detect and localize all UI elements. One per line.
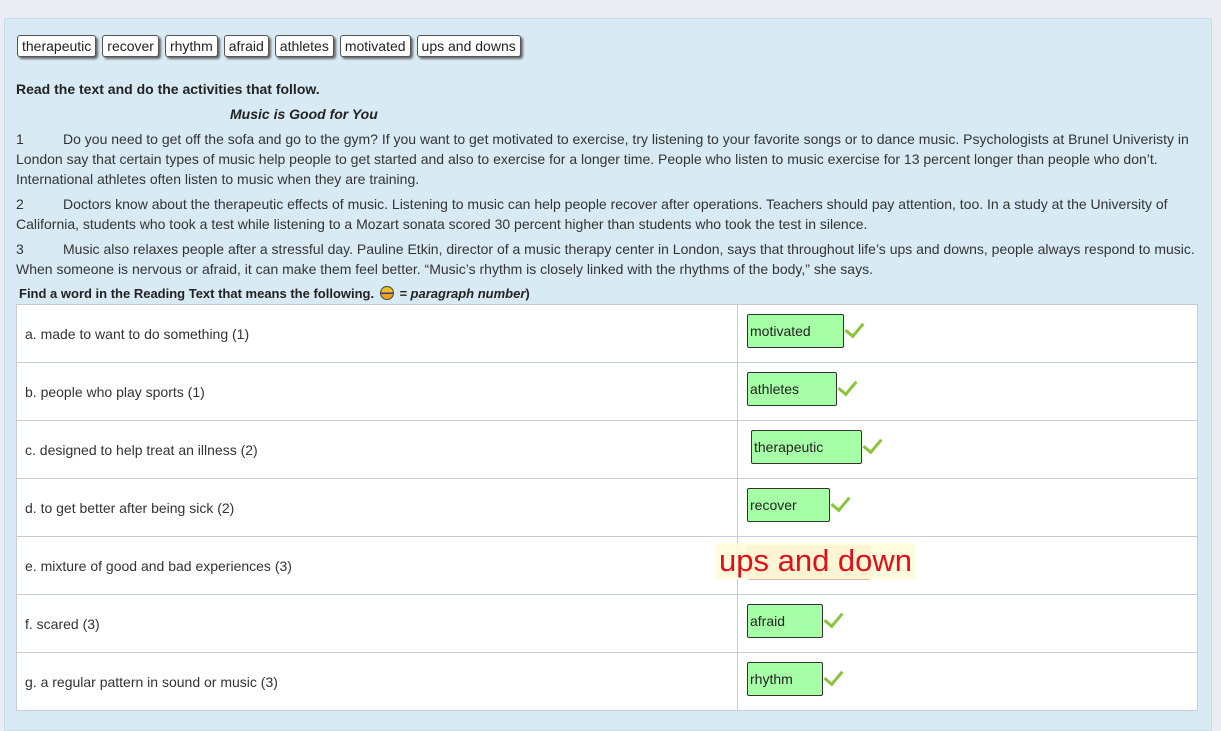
reading-title: Music is Good for You xyxy=(230,106,378,122)
answer-field[interactable]: therapeutic xyxy=(751,430,862,464)
question-prompt: e. mixture of good and bad experiences (… xyxy=(16,536,738,595)
word-chip-rhythm[interactable]: rhythm xyxy=(164,35,218,57)
paragraph-text: Do you need to get off the sofa and go t… xyxy=(16,131,1189,187)
answer-cell: therapeutic xyxy=(737,420,1198,479)
questions-table: a. made to want to do something (1) moti… xyxy=(16,304,1198,711)
paragraph-3: 3 Music also relaxes people after a stres… xyxy=(16,239,1201,279)
question-prompt: g. a regular pattern in sound or music (… xyxy=(16,652,738,711)
answer-field[interactable]: rhythm xyxy=(747,662,823,696)
table-row: f. scared (3) afraid xyxy=(16,594,1198,653)
check-icon xyxy=(823,607,844,629)
table-row: b. people who play sports (1) athletes xyxy=(16,362,1198,421)
table-row: g. a regular pattern in sound or music (… xyxy=(16,652,1198,711)
word-chip-athletes[interactable]: athletes xyxy=(274,35,334,57)
answer-field[interactable]: recover xyxy=(747,488,830,522)
smiley-icon xyxy=(379,286,394,300)
word-chip-recover[interactable]: recover xyxy=(102,35,159,57)
answer-field[interactable]: afraid xyxy=(747,604,823,638)
paragraph-text: Doctors know about the therapeutic effec… xyxy=(16,196,1168,232)
table-row: d. to get better after being sick (2) re… xyxy=(16,478,1198,537)
paragraph-2: 2 Doctors know about the therapeutic effe… xyxy=(16,194,1201,234)
instructions: Read the text and do the activities that… xyxy=(16,81,320,97)
find-instruction-lead: Find a word in the Reading Text that mea… xyxy=(19,286,375,301)
check-icon xyxy=(823,665,844,687)
table-row: a. made to want to do something (1) moti… xyxy=(16,304,1198,363)
check-icon xyxy=(844,317,865,339)
word-chip-afraid[interactable]: afraid xyxy=(223,35,269,57)
answer-cell: recover xyxy=(737,478,1198,537)
answer-cell: athletes xyxy=(737,362,1198,421)
worksheet-panel: therapeutic recover rhythm afraid athlet… xyxy=(4,18,1212,731)
question-prompt: a. made to want to do something (1) xyxy=(16,304,738,363)
table-row: c. designed to help treat an illness (2)… xyxy=(16,420,1198,479)
word-bank: therapeutic recover rhythm afraid athlet… xyxy=(17,35,521,57)
question-prompt: d. to get better after being sick (2) xyxy=(16,478,738,537)
check-icon xyxy=(862,433,883,455)
word-chip-therapeutic[interactable]: therapeutic xyxy=(17,35,97,57)
paragraph-text: Music also relaxes people after a stress… xyxy=(16,241,1195,277)
question-prompt: f. scared (3) xyxy=(16,594,738,653)
question-prompt: b. people who play sports (1) xyxy=(16,362,738,421)
check-icon xyxy=(830,491,851,513)
find-instruction-close: ) xyxy=(525,286,530,301)
answer-field[interactable]: athletes xyxy=(747,372,837,406)
paragraph-legend: = paragraph number xyxy=(395,286,526,301)
answer-cell: ups and down xyxy=(716,536,1198,595)
table-row: e. mixture of good and bad experiences (… xyxy=(16,536,1198,595)
paragraph-1: 1 Do you need to get off the sofa and go … xyxy=(16,129,1201,189)
word-chip-ups-and-downs[interactable]: ups and downs xyxy=(416,35,521,57)
answer-cell: rhythm xyxy=(737,652,1198,711)
answer-cell: motivated xyxy=(737,304,1198,363)
question-prompt: c. designed to help treat an illness (2) xyxy=(16,420,738,479)
paragraph-number: 2 xyxy=(16,196,24,212)
answer-cell: afraid xyxy=(737,594,1198,653)
paragraph-number: 3 xyxy=(16,241,24,257)
word-chip-motivated[interactable]: motivated xyxy=(339,35,411,57)
answer-field[interactable]: motivated xyxy=(747,314,844,348)
paragraph-number: 1 xyxy=(16,131,24,147)
check-icon xyxy=(837,375,858,397)
incorrect-answer-text: ups and down xyxy=(716,543,916,579)
find-instruction: Find a word in the Reading Text that mea… xyxy=(19,286,530,301)
